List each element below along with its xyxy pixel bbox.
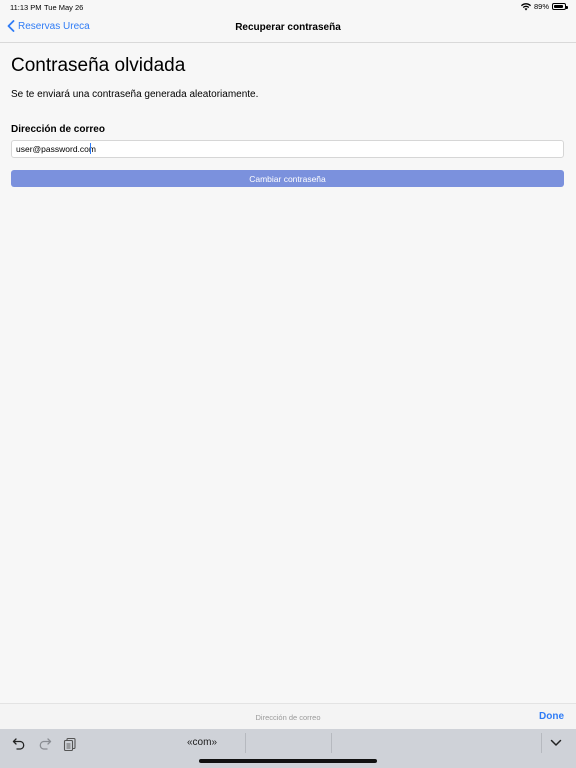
battery-percent: 89% bbox=[533, 2, 549, 11]
keyboard-accessory-bar: Dirección de correo Done bbox=[0, 703, 576, 729]
nav-title: Recuperar contraseña bbox=[235, 22, 341, 33]
page-title: Contraseña olvidada bbox=[11, 55, 186, 76]
chevron-down-icon[interactable] bbox=[550, 738, 562, 748]
screen: 11:13 PM Tue May 26 89% Reservas Ureca R… bbox=[0, 0, 576, 768]
email-input[interactable] bbox=[11, 140, 564, 158]
battery-fill bbox=[554, 5, 563, 8]
text-caret bbox=[90, 143, 91, 154]
done-button[interactable]: Done bbox=[539, 711, 564, 722]
paste-icon[interactable] bbox=[63, 737, 77, 751]
email-label: Dirección de correo bbox=[11, 124, 105, 135]
suggestion-com[interactable]: «com» bbox=[187, 737, 217, 748]
undo-icon[interactable] bbox=[12, 737, 26, 751]
status-time: 11:13 PM bbox=[10, 3, 42, 12]
wifi-icon bbox=[520, 2, 531, 10]
status-date: Tue May 26 bbox=[44, 3, 84, 12]
home-indicator bbox=[199, 759, 377, 763]
redo-icon[interactable] bbox=[38, 737, 52, 751]
suggestion-divider bbox=[541, 733, 542, 753]
navigation-bar: Reservas Ureca Recuperar contraseña bbox=[0, 13, 576, 43]
accessory-field-hint: Dirección de correo bbox=[255, 713, 321, 722]
status-bar: 11:13 PM Tue May 26 89% bbox=[0, 0, 576, 13]
page-subtitle: Se te enviará una contraseña generada al… bbox=[11, 89, 259, 100]
battery-cap bbox=[566, 5, 568, 9]
suggestion-divider bbox=[245, 733, 246, 753]
status-indicators: 89% bbox=[520, 2, 568, 11]
suggestion-divider bbox=[331, 733, 332, 753]
change-password-button[interactable]: Cambiar contraseña bbox=[11, 170, 564, 187]
battery-icon bbox=[552, 3, 568, 10]
